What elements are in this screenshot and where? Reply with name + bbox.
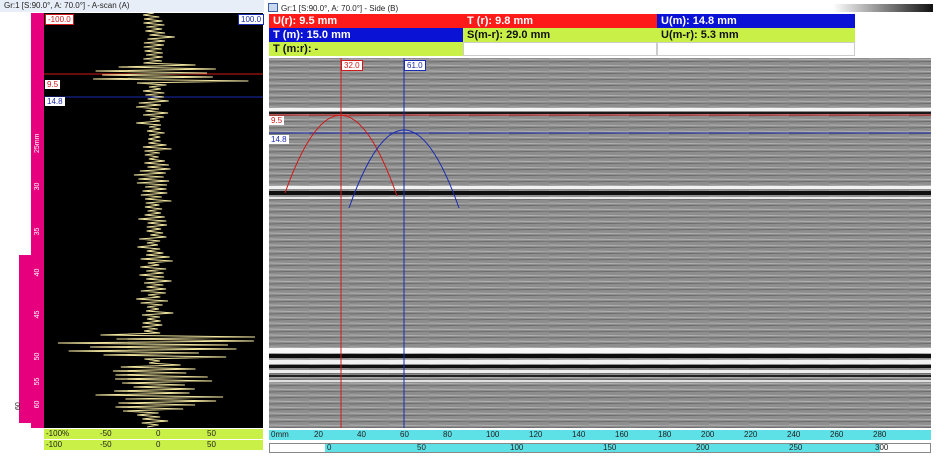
bscan-gate-m-label: 14.8 — [269, 135, 289, 144]
scan-ruler-label: 260 — [830, 430, 844, 439]
ascan-ruler-label: -50 — [100, 440, 112, 449]
ascan-ruler-label: -100% — [46, 429, 70, 438]
ascan-vertical-ruler[interactable]: 25mm 30 35 40 45 50 55 60 — [31, 13, 44, 428]
scan-ruler-label: 160 — [615, 430, 629, 439]
ascan-title: Gr:1 [S:90.0°, A: 70.0°] - A-scan (A) — [0, 0, 264, 12]
bscan-gate-u-label: 9.5 — [269, 116, 285, 125]
ascan-ruler-label: -50 — [100, 429, 112, 438]
scan-ruler-label: 20 — [314, 430, 323, 439]
ascan-amplitude-ruler-secondary[interactable]: -100 -50 0 50 — [44, 440, 263, 450]
scan-scroll-label: 250 — [789, 443, 803, 452]
reading-t-r[interactable]: T (r): 9.8 mm — [463, 14, 657, 28]
ascan-ruler-label: 40 — [34, 268, 41, 277]
ascan-ruler-label: 45 — [34, 310, 41, 319]
scan-ruler-label: 100 — [486, 430, 500, 439]
scan-ruler-label: 120 — [529, 430, 543, 439]
reading-empty-cell — [657, 42, 855, 56]
scan-ruler-label: 0mm — [271, 430, 289, 439]
ascan-gate-u-label: 9.5 — [45, 80, 61, 89]
ascan-ruler-label: 50 — [34, 352, 41, 361]
scan-scroll-label: 200 — [696, 443, 710, 452]
reading-u-r[interactable]: U(r): 9.5 mm — [269, 14, 463, 28]
ascan-ruler-label: 50 — [207, 440, 216, 449]
scan-ruler-label: 200 — [701, 430, 715, 439]
bscan-view[interactable] — [269, 58, 931, 428]
ascan-amplitude-min: -100.0 — [45, 14, 74, 25]
ascan-waveform — [57, 13, 256, 428]
scan-scroll-label: 150 — [603, 443, 617, 452]
window-icon — [268, 3, 278, 12]
ascan-amplitude-ruler[interactable]: -100% -50 0 50 — [44, 429, 263, 439]
scan-ruler-label: 40 — [357, 430, 366, 439]
ascan-ruler-label: -100 — [46, 440, 63, 449]
ascan-ruler-label: 25mm — [34, 133, 41, 153]
scan-ruler-label: 80 — [443, 430, 452, 439]
scan-ruler-label: 280 — [873, 430, 887, 439]
reading-t-mr[interactable]: T (m:r): - — [269, 42, 463, 56]
reading-u-mr[interactable]: U(m-r): 5.3 mm — [657, 28, 855, 42]
scan-scroll-label: 300 — [875, 443, 889, 452]
ascan-ruler-label: 60 — [34, 400, 41, 409]
bscan-cursor-m-label: 61.0 — [404, 60, 426, 71]
scan-ruler-label: 240 — [787, 430, 801, 439]
scan-ruler-label: 180 — [658, 430, 672, 439]
ascan-gate-m-label: 14.8 — [45, 97, 65, 106]
ascan-signal-graph — [44, 13, 263, 428]
ascan-ruler-label: 0 — [156, 429, 161, 438]
scan-ruler-label: 140 — [572, 430, 586, 439]
side-title-text: Gr:1 [S:90.0°, A: 70.0°] - Side (B) — [281, 4, 399, 13]
scan-scroll-label: 100 — [510, 443, 524, 452]
reading-u-m[interactable]: U(m): 14.8 mm — [657, 14, 855, 28]
scan-scroll-label: 0 — [327, 443, 332, 452]
scan-ruler-label: 60 — [400, 430, 409, 439]
palette-gradient-bar[interactable] — [833, 4, 933, 12]
scan-axis-ruler[interactable]: 0mm 20 40 60 80 100 120 140 160 180 200 … — [269, 430, 931, 440]
ascan-amplitude-max: 100.0 — [238, 14, 265, 25]
ascan-plot[interactable] — [44, 13, 263, 428]
bscan-cursor-r-label: 32.0 — [341, 60, 363, 71]
ascan-ruler-label: 0 — [156, 440, 161, 449]
ascan-ruler-label: 30 — [34, 182, 41, 191]
ascan-ruler-label: 55 — [34, 377, 41, 386]
reading-t-m[interactable]: T (m): 15.0 mm — [269, 28, 463, 42]
ascan-ruler-label: 35 — [34, 227, 41, 236]
reading-s-mr[interactable]: S(m-r): 29.0 mm — [463, 28, 657, 42]
side-title: Gr:1 [S:90.0°, A: 70.0°] - Side (B) — [268, 3, 668, 14]
scan-position-thumb[interactable]: 0 50 100 150 200 250 300 — [325, 443, 888, 452]
ascan-ruler-label: 50 — [207, 429, 216, 438]
bscan-image — [269, 58, 931, 428]
scan-ruler-label: 220 — [744, 430, 758, 439]
reading-empty-cell — [463, 42, 657, 56]
scan-scroll-label: 50 — [417, 443, 426, 452]
